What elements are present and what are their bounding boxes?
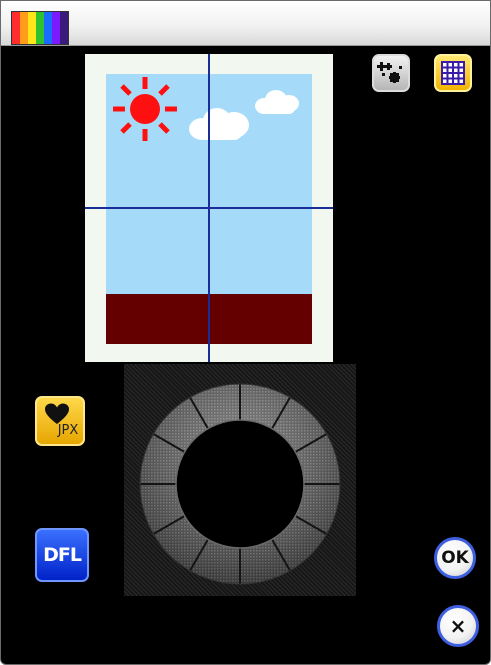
title-bar <box>1 1 490 46</box>
jpx-label: JPX <box>57 423 79 438</box>
ok-button[interactable]: OK <box>434 537 476 579</box>
cloud-icon <box>189 106 253 140</box>
app-window: JPX DFL OK × <box>0 0 491 665</box>
grid-icon <box>441 61 465 85</box>
dfl-label: DFL <box>43 544 82 566</box>
app-icon-stripe <box>60 12 68 44</box>
heart-icon <box>45 403 69 424</box>
cloud-icon <box>255 90 301 114</box>
app-icon-stripe <box>52 12 60 44</box>
jpx-favorite-button[interactable]: JPX <box>35 396 85 446</box>
close-icon: × <box>449 614 467 638</box>
effects-button[interactable] <box>372 54 410 92</box>
cancel-button[interactable]: × <box>437 605 479 647</box>
app-icon-stripe <box>44 12 52 44</box>
app-icon-stripe <box>12 12 20 44</box>
ok-label: OK <box>441 548 469 568</box>
dial-wheel[interactable] <box>124 364 356 596</box>
app-icon-stripe <box>20 12 28 44</box>
sun-icon <box>113 77 177 141</box>
adjustment-dial[interactable] <box>124 364 356 596</box>
dfl-button[interactable]: DFL <box>35 528 89 582</box>
effects-icon <box>377 62 402 83</box>
app-icon <box>11 11 69 45</box>
grid-button[interactable] <box>434 54 472 92</box>
app-icon-stripe <box>36 12 44 44</box>
grid-line-horizontal <box>85 207 333 209</box>
app-icon-stripe <box>28 12 36 44</box>
image-preview[interactable] <box>85 54 333 362</box>
